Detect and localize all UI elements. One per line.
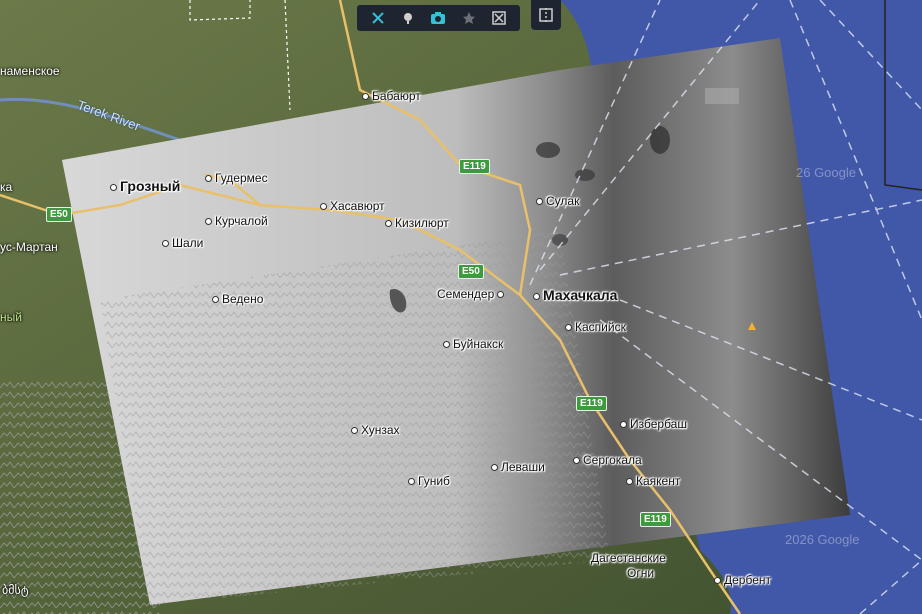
edge-label-top-left: наменское	[0, 64, 60, 78]
google-watermark: 26 Google	[796, 165, 856, 180]
city-label-semender: Семендер	[437, 288, 507, 300]
city-label-gudermes: Гудермес	[205, 172, 268, 184]
city-label-makhachkala: Махачкала	[533, 288, 617, 302]
city-label-grozny: Грозный	[110, 179, 180, 193]
road-shield-e119: E119	[640, 512, 671, 527]
road-shield-e50: E50	[458, 264, 484, 279]
city-label-kurchaloy: Курчалой	[205, 215, 268, 227]
road-shield-e119: E119	[576, 396, 607, 411]
map-view[interactable]	[0, 0, 922, 614]
scissors-icon[interactable]	[490, 9, 508, 27]
city-label-kaspiysk: Каспийск	[565, 321, 626, 333]
city-label-khasavyurt: Хасавюрт	[320, 200, 385, 212]
city-label-gunib: Гуниб	[408, 475, 450, 487]
edge-label-bottom-left: ბმსტ	[2, 583, 29, 597]
city-label-dagestanskie: Дагестанские	[591, 551, 666, 565]
tools-icon[interactable]	[369, 9, 387, 27]
edge-label-left-ny: ный	[0, 310, 22, 324]
split-view-icon[interactable]	[531, 0, 561, 30]
city-label-buynaksk: Буйнакск	[443, 338, 503, 350]
city-label-kizilyurt: Кизилюрт	[385, 217, 449, 229]
google-watermark: 2026 Google	[785, 532, 860, 547]
city-label-shali: Шали	[162, 237, 203, 249]
city-label-kayakent: Каякент	[626, 475, 680, 487]
city-label-sergokala: Сергокала	[573, 454, 642, 466]
city-label-derbent: Дербент	[714, 574, 771, 586]
pin-icon[interactable]	[399, 9, 417, 27]
camera-icon[interactable]	[429, 9, 447, 27]
city-label-vedeno: Ведено	[212, 293, 263, 305]
road-shield-e50: E50	[46, 207, 72, 222]
city-label-babayurt: Бабаюрт	[362, 90, 421, 102]
city-label-izberbash: Избербаш	[620, 418, 687, 430]
edge-label-left-ka: ка	[0, 180, 13, 194]
city-label-khunzakh: Хунзах	[351, 424, 400, 436]
city-label-ogni: Огни	[627, 566, 655, 580]
city-label-levashi: Леваши	[491, 461, 545, 473]
star-icon[interactable]	[460, 9, 478, 27]
road-shield-e119: E119	[459, 159, 490, 174]
edge-label-left-martan: ус-Мартан	[0, 240, 58, 254]
map-toolbar	[357, 5, 520, 31]
city-label-sulak: Сулак	[536, 195, 579, 207]
